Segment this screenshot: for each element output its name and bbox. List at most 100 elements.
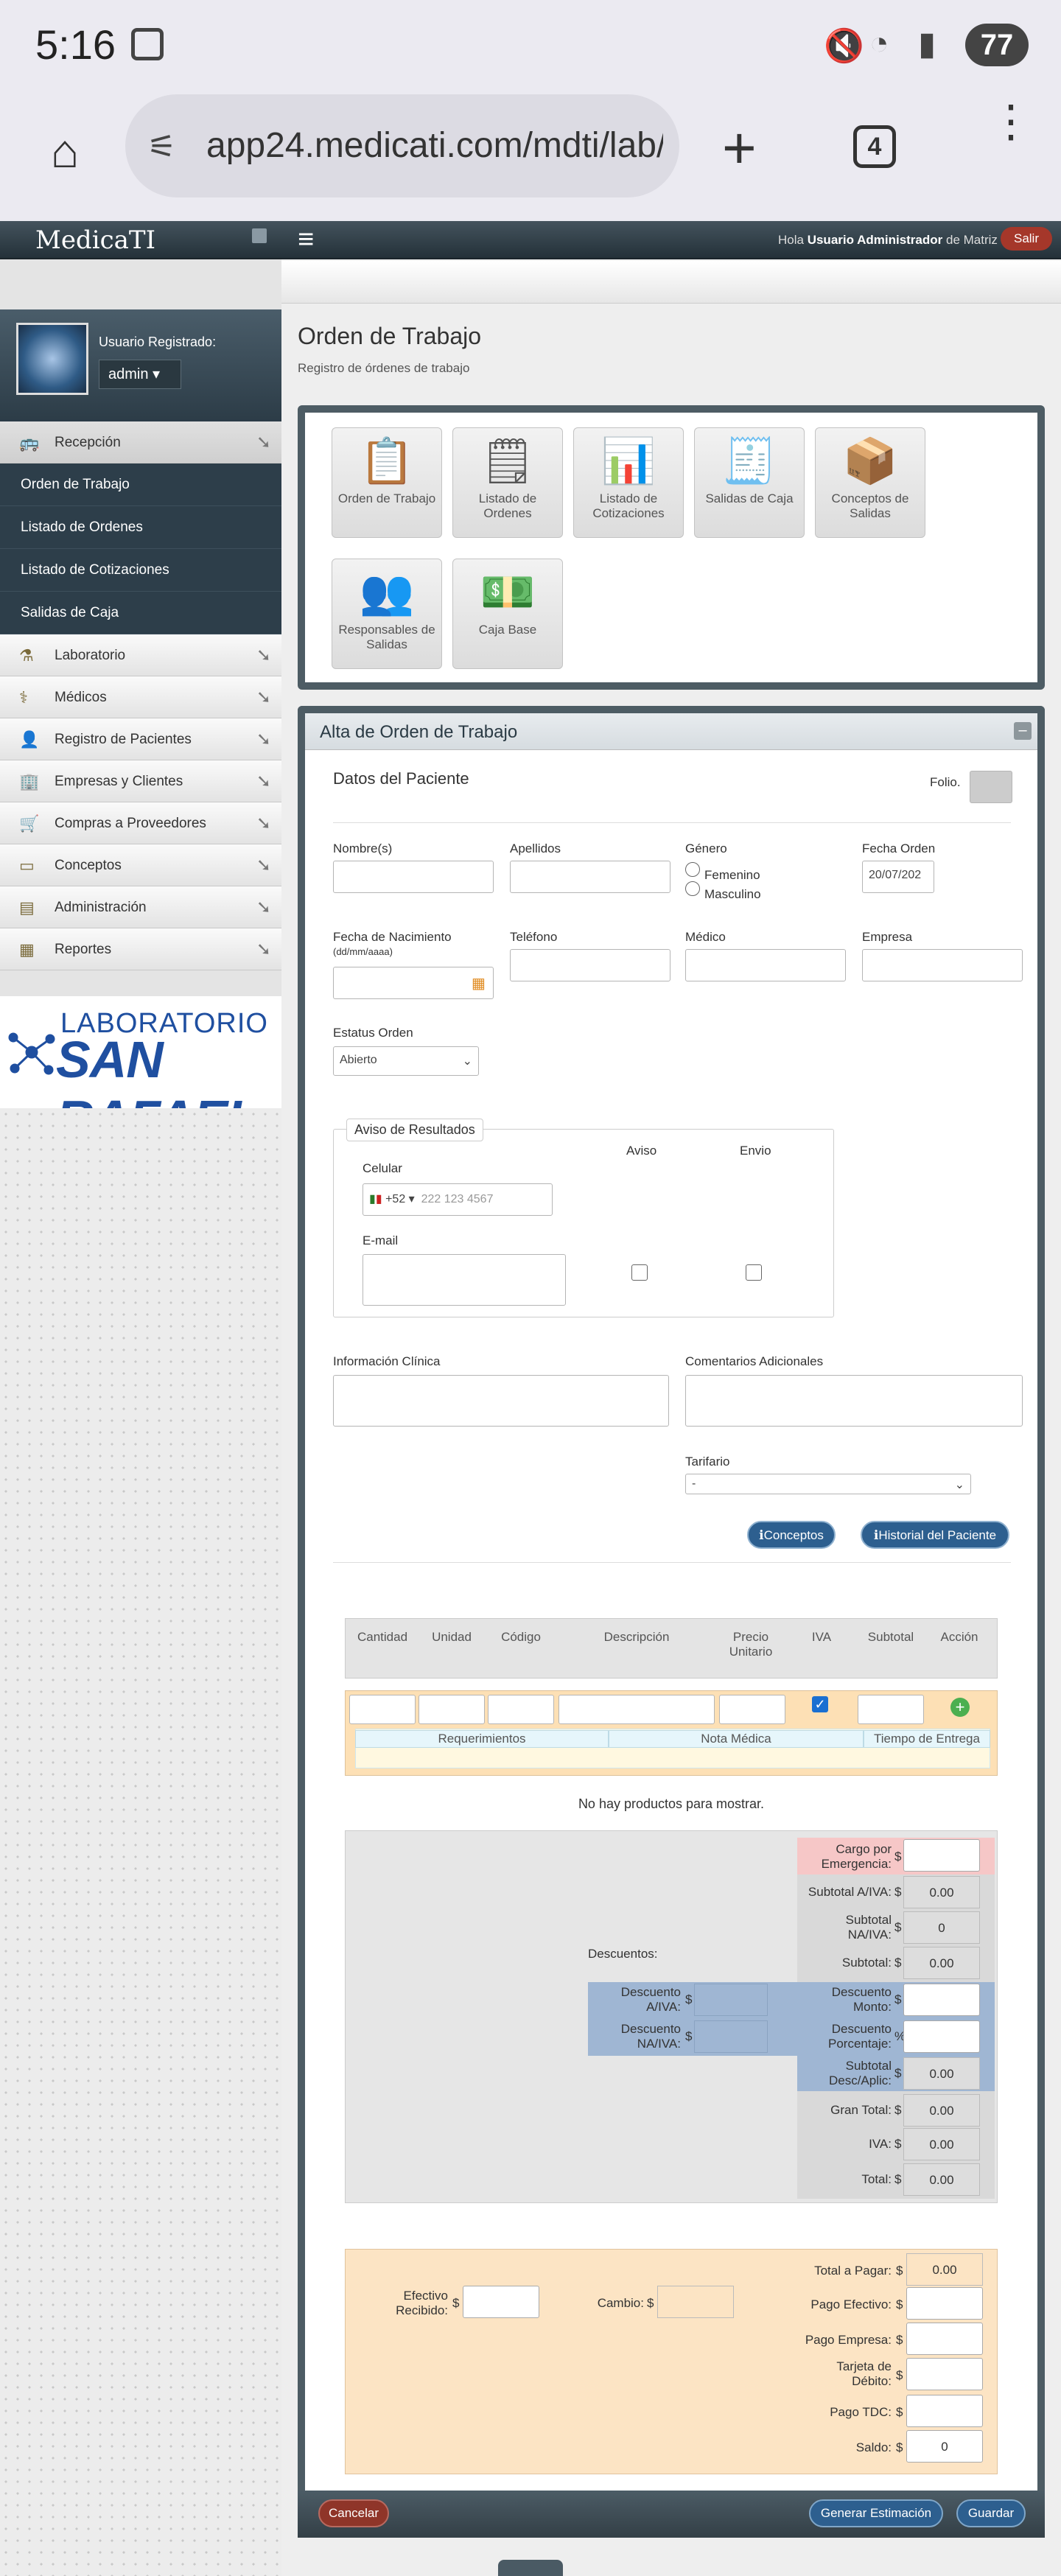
tarjeta-debito-input[interactable] [906, 2358, 983, 2390]
cantidad-input[interactable] [349, 1695, 416, 1724]
save-button[interactable]: Guardar [956, 2499, 1026, 2527]
cargo-label: Cargo por Emergencia: [821, 1842, 892, 1871]
sidebar-item-empresas[interactable]: 🏢 Empresas y Clientes ➘ [0, 760, 281, 802]
sidebar-item-recepcion[interactable]: 🚌 Recepción ➘ [0, 421, 281, 463]
codigo-input[interactable] [488, 1695, 554, 1724]
hamburger-menu-icon[interactable]: ≡ [298, 224, 314, 256]
sidebar-sub-orden[interactable]: Orden de Trabajo [0, 463, 281, 506]
new-tab-icon[interactable]: + [722, 114, 757, 182]
user-dropdown[interactable]: admin ▾ [99, 360, 181, 389]
email-input[interactable] [363, 1254, 566, 1306]
envio-checkbox[interactable] [746, 1264, 762, 1281]
email-label: E-mail [363, 1233, 399, 1247]
minimize-icon[interactable]: – [1014, 722, 1032, 740]
sidebar-item-pacientes[interactable]: 👤 Registro de Pacientes ➘ [0, 718, 281, 760]
telefono-input[interactable] [510, 949, 670, 981]
sidebar-item-conceptos[interactable]: ▭ Conceptos ➘ [0, 844, 281, 886]
currency-sign: $ [894, 1992, 902, 2006]
sidebar-sub-listado-ordenes[interactable]: Listado de Ordenes [0, 506, 281, 549]
shortcut-responsables[interactable]: 👥 Responsables de Salidas [332, 559, 442, 669]
add-row-icon[interactable]: + [950, 1698, 970, 1717]
brand-logo: MedicaTI [35, 225, 155, 255]
estimate-button[interactable]: Generar Estimación [809, 2499, 943, 2527]
empresa-input[interactable] [862, 949, 1023, 981]
fecha-orden-input[interactable]: 20/07/202 [862, 861, 934, 893]
cancel-button[interactable]: Cancelar [318, 2499, 389, 2527]
arrow-icon: ➘ [256, 771, 271, 791]
femenino-radio[interactable] [685, 862, 700, 877]
aviso-checkbox[interactable] [631, 1264, 648, 1281]
calendar-icon[interactable]: ▦ [472, 974, 486, 993]
shortcut-salidas-caja[interactable]: 🧾 Salidas de Caja [694, 427, 805, 538]
fecha-nac-input[interactable] [333, 967, 494, 999]
descripcion-input[interactable] [558, 1695, 715, 1724]
efectivo-input[interactable] [463, 2286, 539, 2318]
genero-label: Género [685, 841, 727, 855]
masculino-radio[interactable] [685, 881, 700, 896]
nombre-input[interactable] [333, 861, 494, 893]
desc-aiva-label: Descuento A/IVA: [620, 1985, 681, 2014]
iva-checkbox[interactable]: ✓ [812, 1696, 828, 1712]
arrow-icon: ➘ [256, 645, 271, 665]
apellidos-input[interactable] [510, 861, 670, 893]
fecha-format: (dd/mm/aaaa) [333, 946, 393, 957]
tab-count-button[interactable]: 4 [853, 125, 896, 168]
celular-input[interactable]: ▮▮ +52 ▾ 222 123 4567 [363, 1183, 553, 1216]
tarifario-select[interactable]: - ⌄ [685, 1474, 971, 1494]
total-pagar-value: 0.00 [906, 2253, 983, 2286]
tarifario-label: Tarifario [685, 1455, 730, 1469]
cargo-input[interactable] [903, 1839, 980, 1872]
saldo-value: 0 [906, 2430, 983, 2463]
shortcut-listado-ordenes[interactable]: 🗒 Listado de Ordenes [452, 427, 563, 538]
sidebar-sub-salidas[interactable]: Salidas de Caja [0, 592, 281, 634]
desc-naiva-input[interactable] [694, 2020, 768, 2053]
desc-pct-input[interactable] [903, 2020, 980, 2053]
shortcut-orden[interactable]: 📋 Orden de Trabajo [332, 427, 442, 538]
iva-value: 0.00 [903, 2128, 980, 2160]
home-icon[interactable]: ⌂ [35, 122, 94, 181]
url-text: app24.medicati.com/mdti/lab/s [206, 126, 663, 165]
sidebar-item-laboratorio[interactable]: ⚗ Laboratorio ➘ [0, 634, 281, 676]
arrow-icon: ➘ [256, 687, 271, 707]
spreadsheet-icon: 📊 [600, 436, 656, 486]
mute-icon: 🔇 [824, 28, 864, 64]
desc-aiva-input[interactable] [694, 1984, 768, 2016]
medico-input[interactable] [685, 949, 846, 981]
col-nota-medica: Nota Médica [609, 1730, 864, 1748]
patient-icon: 👤 [19, 730, 40, 749]
logout-button[interactable]: Salir [1001, 227, 1052, 251]
sidebar-item-reportes[interactable]: ▦ Reportes ➘ [0, 928, 281, 970]
scroll-top-tab[interactable] [498, 2560, 563, 2576]
desc-monto-input[interactable] [903, 1984, 980, 2016]
sidebar-sub-listado-cotizaciones[interactable]: Listado de Cotizaciones [0, 549, 281, 592]
pago-efectivo-input[interactable] [906, 2287, 983, 2320]
estatus-select[interactable]: Abierto ⌄ [333, 1046, 479, 1076]
subtotal-input[interactable] [858, 1695, 924, 1724]
pago-tdc-input[interactable] [906, 2395, 983, 2427]
info-clinica-input[interactable] [333, 1375, 669, 1427]
currency-sign: $ [894, 2066, 902, 2080]
more-menu-icon[interactable]: ⋮ [989, 99, 1033, 144]
sidebar-item-medicos[interactable]: ⚕ Médicos ➘ [0, 676, 281, 718]
precio-input[interactable] [719, 1695, 785, 1724]
historial-button[interactable]: ℹHistorial del Paciente [861, 1521, 1009, 1549]
shortcut-listado-cotizaciones[interactable]: 📊 Listado de Cotizaciones [573, 427, 684, 538]
comentarios-input[interactable] [685, 1375, 1023, 1427]
subtotal-na-value: 0 [903, 1911, 980, 1944]
subtotal-label: Subtotal: [841, 1956, 892, 1970]
conceptos-button[interactable]: ℹConceptos [747, 1521, 836, 1549]
pago-empresa-input[interactable] [906, 2323, 983, 2355]
sidebar-item-administracion[interactable]: ▤ Administración ➘ [0, 886, 281, 928]
shortcut-conceptos-salidas[interactable]: 📦 Conceptos de Salidas [815, 427, 925, 538]
shortcut-caja-base[interactable]: 💵 Caja Base [452, 559, 563, 669]
currency-sign: $ [894, 1885, 902, 1899]
cambio-label: Cambio: [597, 2296, 644, 2310]
sidebar-item-compras[interactable]: 🛒 Compras a Proveedores ➘ [0, 802, 281, 844]
unidad-input[interactable] [419, 1695, 485, 1724]
iva-label: IVA: [869, 2137, 892, 2151]
site-settings-icon[interactable]: ⚟ [147, 128, 176, 166]
info-icon[interactable] [252, 228, 267, 243]
currency-sign: $ [894, 1849, 902, 1863]
currency-sign: $ [894, 2172, 902, 2186]
address-bar[interactable]: ⚟ app24.medicati.com/mdti/lab/s [125, 94, 679, 197]
